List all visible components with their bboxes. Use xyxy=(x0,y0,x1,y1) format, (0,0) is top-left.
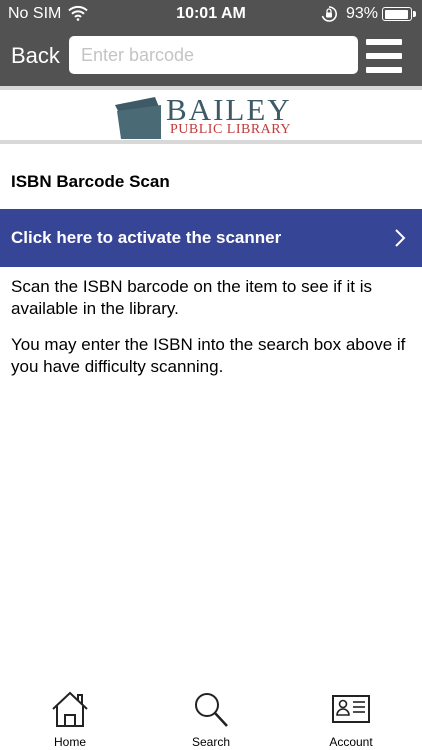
help-paragraph: You may enter the ISBN into the search b… xyxy=(11,335,406,376)
book-logo-icon xyxy=(115,97,161,139)
page-title: ISBN Barcode Scan xyxy=(11,172,170,191)
tab-bar: Home Search Account xyxy=(0,684,422,750)
tab-account[interactable]: Account xyxy=(311,690,391,749)
orientation-lock-icon xyxy=(320,5,338,28)
tab-search[interactable]: Search xyxy=(171,690,251,749)
tab-home-label: Home xyxy=(53,735,86,749)
battery-percent: 93% xyxy=(346,5,379,22)
tab-search-label: Search xyxy=(191,735,231,749)
home-icon xyxy=(52,691,88,727)
tab-home[interactable]: Home xyxy=(30,690,110,749)
instructions-paragraph: Scan the ISBN barcode on the item to see… xyxy=(11,277,372,318)
tab-account-label: Account xyxy=(329,735,373,749)
library-logo-banner: BAILEY PUBLIC LIBRARY xyxy=(0,86,422,144)
navigation-bar: Back xyxy=(0,28,422,86)
status-bar: No SIM 10:01 AM 93% xyxy=(0,0,422,28)
activate-scanner-label: Click here to activate the scanner xyxy=(11,228,282,247)
barcode-search-input[interactable] xyxy=(69,36,358,74)
activate-scanner-button[interactable]: Click here to activate the scanner xyxy=(0,209,422,267)
battery-icon xyxy=(382,7,416,21)
account-card-icon xyxy=(332,695,370,723)
back-button[interactable]: Back xyxy=(11,43,60,69)
chevron-right-icon xyxy=(395,229,406,247)
logo-subtitle: PUBLIC LIBRARY xyxy=(170,122,291,137)
hamburger-menu-icon[interactable] xyxy=(366,38,402,74)
search-icon xyxy=(195,693,228,727)
